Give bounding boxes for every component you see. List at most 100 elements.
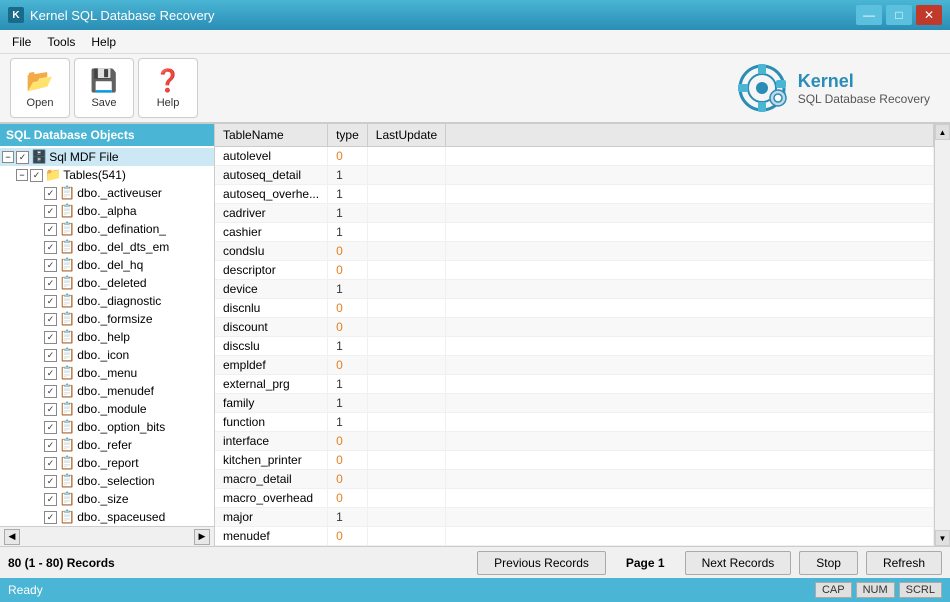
minimize-button[interactable]: — xyxy=(856,5,882,25)
tree-item[interactable]: 📋dbo._deleted xyxy=(0,274,214,292)
next-records-button[interactable]: Next Records xyxy=(685,551,792,575)
tree-checkbox[interactable] xyxy=(44,349,57,362)
refresh-button[interactable]: Refresh xyxy=(866,551,942,575)
table-row[interactable]: discslu 1 xyxy=(215,337,934,356)
table-row[interactable]: descriptor 0 xyxy=(215,261,934,280)
table-row[interactable]: interface 0 xyxy=(215,432,934,451)
scroll-up[interactable]: ▲ xyxy=(935,124,950,140)
tree-item[interactable]: −🗄️Sql MDF File xyxy=(0,148,214,166)
tree-right-arrow[interactable]: ▶ xyxy=(194,529,210,545)
table-row[interactable]: condslu 0 xyxy=(215,242,934,261)
table-row[interactable]: menudef 0 xyxy=(215,527,934,546)
scroll-track[interactable] xyxy=(935,140,950,530)
col-lastupdate[interactable]: LastUpdate xyxy=(367,124,445,147)
cell-extra xyxy=(446,147,934,166)
col-tablename[interactable]: TableName xyxy=(215,124,328,147)
tree-checkbox[interactable] xyxy=(44,457,57,470)
tree-item[interactable]: 📋dbo._del_hq xyxy=(0,256,214,274)
tree-checkbox[interactable] xyxy=(44,385,57,398)
cell-lastupdate xyxy=(367,261,445,280)
table-row[interactable]: major 1 xyxy=(215,508,934,527)
table-scroll[interactable]: TableName type LastUpdate autolevel 0 au… xyxy=(215,124,934,546)
table-row[interactable]: autoseq_detail 1 xyxy=(215,166,934,185)
tree-checkbox[interactable] xyxy=(16,151,29,164)
prev-records-button[interactable]: Previous Records xyxy=(477,551,606,575)
table-row[interactable]: discount 0 xyxy=(215,318,934,337)
tree-container[interactable]: −🗄️Sql MDF File−📁Tables(541)📋dbo._active… xyxy=(0,146,214,526)
tree-item[interactable]: 📋dbo._refer xyxy=(0,436,214,454)
tree-item[interactable]: 📋dbo._module xyxy=(0,400,214,418)
expand-icon[interactable]: − xyxy=(16,169,28,181)
tree-item[interactable]: 📋dbo._defination_ xyxy=(0,220,214,238)
cell-type: 0 xyxy=(328,147,368,166)
tree-checkbox[interactable] xyxy=(44,295,57,308)
tree-item[interactable]: 📋dbo._option_bits xyxy=(0,418,214,436)
menu-help[interactable]: Help xyxy=(83,33,124,51)
tree-item[interactable]: 📋dbo._menu xyxy=(0,364,214,382)
tree-checkbox[interactable] xyxy=(44,205,57,218)
tree-item[interactable]: 📋dbo._icon xyxy=(0,346,214,364)
cell-extra xyxy=(446,166,934,185)
tree-checkbox[interactable] xyxy=(44,439,57,452)
table-row[interactable]: family 1 xyxy=(215,394,934,413)
table-row[interactable]: external_prg 1 xyxy=(215,375,934,394)
right-scrollbar[interactable]: ▲ ▼ xyxy=(934,124,950,546)
tree-checkbox[interactable] xyxy=(44,259,57,272)
table-row[interactable]: empldef 0 xyxy=(215,356,934,375)
table-row[interactable]: autoseq_overhe... 1 xyxy=(215,185,934,204)
save-button[interactable]: 💾 Save xyxy=(74,58,134,118)
tree-item[interactable]: 📋dbo._selection xyxy=(0,472,214,490)
tree-checkbox[interactable] xyxy=(44,331,57,344)
tree-checkbox[interactable] xyxy=(44,403,57,416)
tree-item[interactable]: 📋dbo._diagnostic xyxy=(0,292,214,310)
table-row[interactable]: cashier 1 xyxy=(215,223,934,242)
col-type[interactable]: type xyxy=(328,124,368,147)
tree-checkbox[interactable] xyxy=(44,277,57,290)
title-bar-left: K Kernel SQL Database Recovery xyxy=(8,7,215,23)
tree-item[interactable]: 📋dbo._activeuser xyxy=(0,184,214,202)
cell-extra xyxy=(446,337,934,356)
tree-checkbox[interactable] xyxy=(44,367,57,380)
tree-checkbox[interactable] xyxy=(44,421,57,434)
help-button[interactable]: ❓ Help xyxy=(138,58,198,118)
table-row[interactable]: kitchen_printer 0 xyxy=(215,451,934,470)
table-row[interactable]: device 1 xyxy=(215,280,934,299)
expand-icon[interactable]: − xyxy=(2,151,14,163)
menu-tools[interactable]: Tools xyxy=(39,33,83,51)
cell-tablename: cadriver xyxy=(215,204,328,223)
cell-tablename: macro_detail xyxy=(215,470,328,489)
table-row[interactable]: discnlu 0 xyxy=(215,299,934,318)
tree-item[interactable]: 📋dbo._size xyxy=(0,490,214,508)
tree-item[interactable]: 📋dbo._del_dts_em xyxy=(0,238,214,256)
table-row[interactable]: function 1 xyxy=(215,413,934,432)
cell-extra xyxy=(446,451,934,470)
close-button[interactable]: ✕ xyxy=(916,5,942,25)
tree-item[interactable]: 📋dbo._formsize xyxy=(0,310,214,328)
tree-item[interactable]: 📋dbo._spaceused xyxy=(0,508,214,526)
table-row[interactable]: macro_overhead 0 xyxy=(215,489,934,508)
tree-item[interactable]: −📁Tables(541) xyxy=(0,166,214,184)
menu-file[interactable]: File xyxy=(4,33,39,51)
tree-item[interactable]: 📋dbo._menudef xyxy=(0,382,214,400)
tree-item[interactable]: 📋dbo._alpha xyxy=(0,202,214,220)
table-row[interactable]: cadriver 1 xyxy=(215,204,934,223)
tree-checkbox[interactable] xyxy=(44,313,57,326)
tree-checkbox[interactable] xyxy=(44,511,57,524)
table-row[interactable]: macro_detail 0 xyxy=(215,470,934,489)
table-row[interactable]: autolevel 0 xyxy=(215,147,934,166)
tree-checkbox[interactable] xyxy=(30,169,43,182)
tree-checkbox[interactable] xyxy=(44,475,57,488)
tree-checkbox[interactable] xyxy=(44,187,57,200)
stop-button[interactable]: Stop xyxy=(799,551,858,575)
tree-checkbox[interactable] xyxy=(44,493,57,506)
tree-checkbox[interactable] xyxy=(44,223,57,236)
tree-item[interactable]: 📋dbo._help xyxy=(0,328,214,346)
tree-checkbox[interactable] xyxy=(44,241,57,254)
scroll-down[interactable]: ▼ xyxy=(935,530,950,546)
maximize-button[interactable]: □ xyxy=(886,5,912,25)
table-icon: 📋 xyxy=(59,419,75,435)
tree-left-arrow[interactable]: ◀ xyxy=(4,529,20,545)
open-button[interactable]: 📂 Open xyxy=(10,58,70,118)
cell-tablename: kitchen_printer xyxy=(215,451,328,470)
tree-item[interactable]: 📋dbo._report xyxy=(0,454,214,472)
